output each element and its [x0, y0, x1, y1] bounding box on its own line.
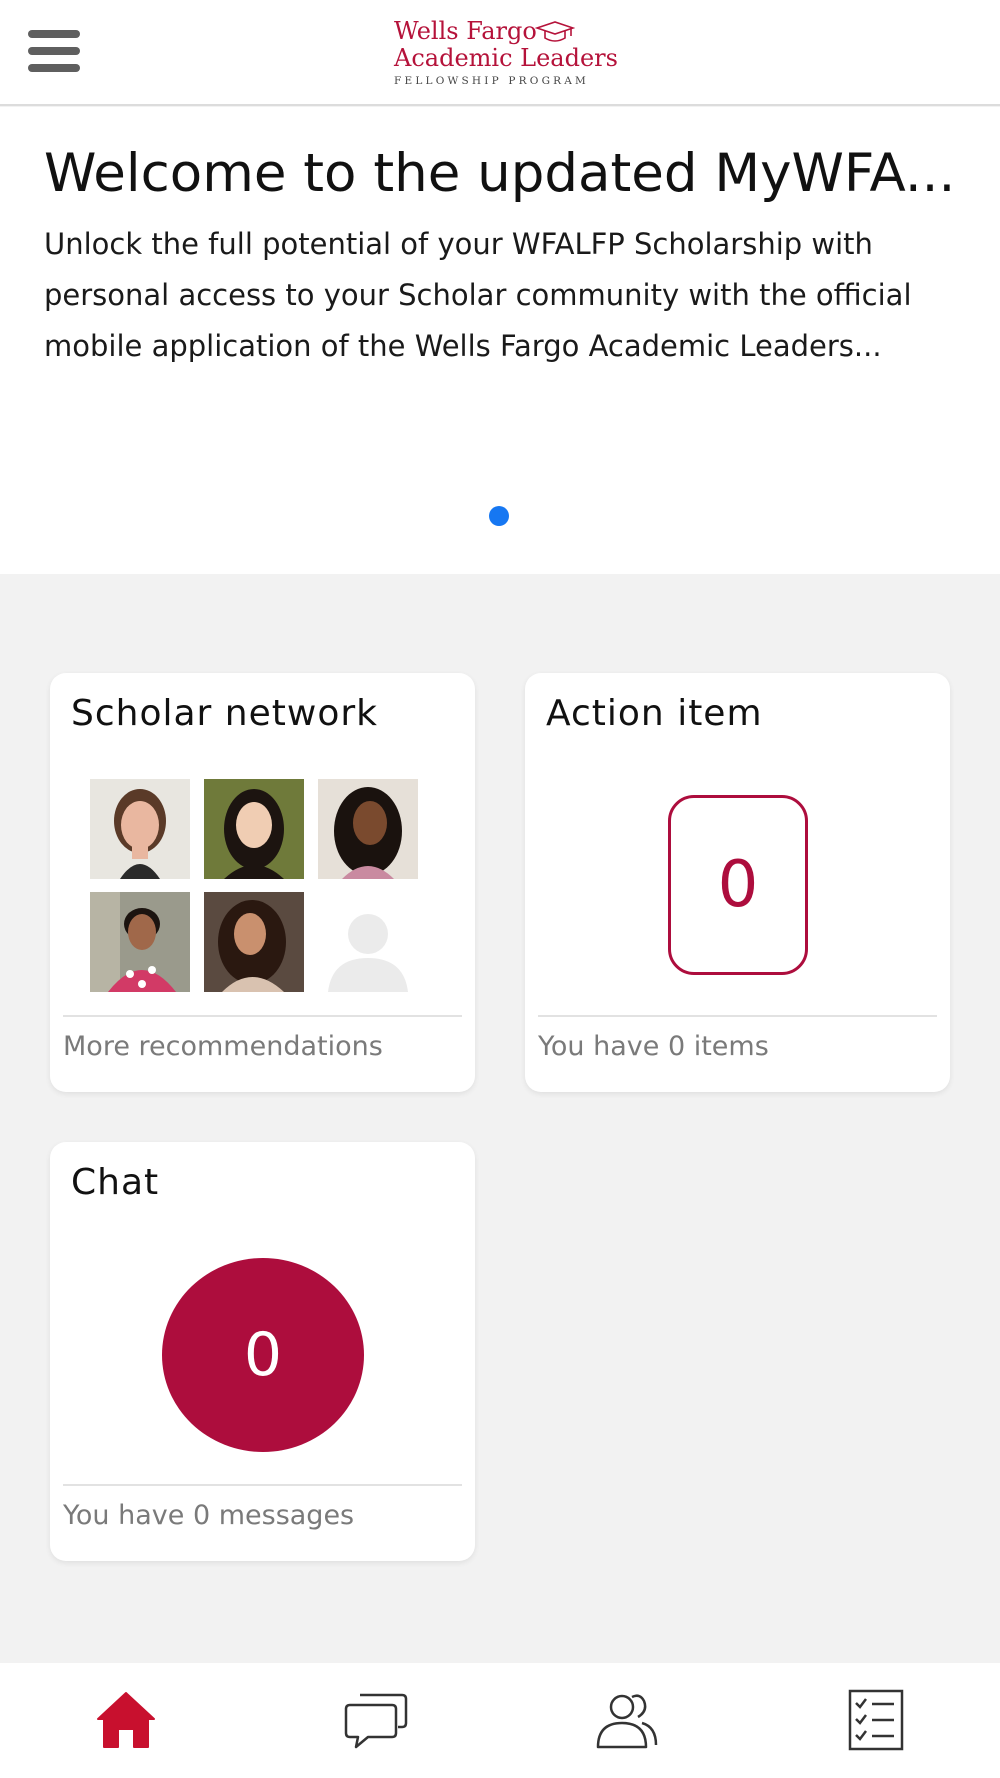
- avatar-placeholder-icon[interactable]: [318, 892, 418, 992]
- card-title: Chat: [71, 1162, 160, 1203]
- pagination-dot-active[interactable]: [489, 506, 509, 526]
- card-divider: [63, 1484, 462, 1486]
- chat-bubbles-icon[interactable]: [344, 1689, 408, 1751]
- chat-message-count: 0: [162, 1258, 364, 1452]
- avatar[interactable]: [204, 779, 304, 879]
- app-header: Wells Fargo Academic Leaders FELLOWSHIP …: [0, 0, 1000, 106]
- card-divider: [538, 1015, 937, 1017]
- chat-card[interactable]: Chat 0 You have 0 messages: [50, 1142, 475, 1561]
- welcome-banner[interactable]: Welcome to the updated MyWFA... Unlock t…: [0, 107, 1000, 574]
- more-recommendations-link[interactable]: More recommendations: [63, 1031, 383, 1062]
- banner-description: Unlock the full potential of your WFALFP…: [44, 227, 912, 363]
- bottom-navigation: [0, 1663, 1000, 1778]
- action-item-count: 0: [668, 795, 808, 975]
- people-icon[interactable]: [594, 1689, 658, 1751]
- card-title: Scholar network: [71, 693, 378, 734]
- avatar[interactable]: [204, 892, 304, 992]
- card-title: Action item: [546, 693, 763, 734]
- action-item-footer: You have 0 items: [538, 1031, 769, 1062]
- avatar-grid: [90, 779, 420, 992]
- wells-fargo-logo: Wells Fargo Academic Leaders FELLOWSHIP …: [394, 17, 618, 88]
- avatar[interactable]: [90, 779, 190, 879]
- banner-title: Welcome to the updated MyWFA...: [44, 143, 956, 204]
- scholar-network-card[interactable]: Scholar network More recommendations: [50, 673, 475, 1092]
- chat-footer: You have 0 messages: [63, 1500, 355, 1531]
- avatar[interactable]: [318, 779, 418, 879]
- avatar[interactable]: [90, 892, 190, 992]
- card-divider: [63, 1015, 462, 1017]
- checklist-icon[interactable]: [844, 1689, 908, 1751]
- graduation-cap-icon: [535, 21, 575, 42]
- hamburger-menu-icon[interactable]: [28, 30, 80, 74]
- action-item-card[interactable]: Action item 0 You have 0 items: [525, 673, 950, 1092]
- home-icon[interactable]: [94, 1689, 158, 1751]
